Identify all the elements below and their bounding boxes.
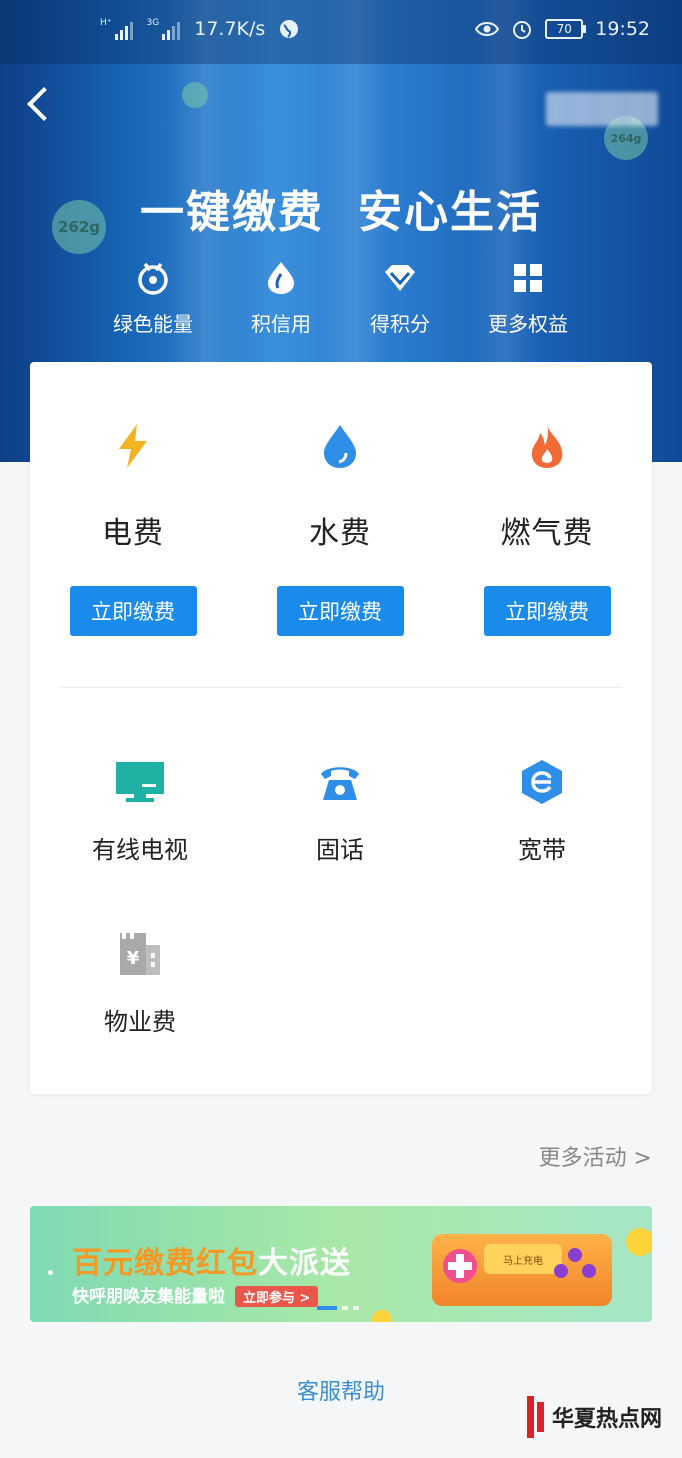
quick-link-label: 积信用 bbox=[251, 312, 311, 336]
banner-subtitle-text: 快呼朋唤友集能量啦 bbox=[72, 1287, 225, 1307]
banner-title-highlight: 百元缴费红包 bbox=[72, 1246, 258, 1281]
watermark-text: 华夏热点网 bbox=[551, 1407, 662, 1432]
service-name: 有线电视 bbox=[92, 836, 188, 864]
service-landline[interactable]: 固话 bbox=[240, 758, 440, 865]
broadband-icon bbox=[522, 760, 562, 804]
pay-electricity-button[interactable]: 立即缴费 bbox=[69, 586, 197, 636]
page-title: 一键缴费 安心生活 bbox=[0, 176, 682, 240]
divider bbox=[60, 687, 622, 688]
telephone-icon bbox=[321, 767, 359, 800]
quick-link-points[interactable]: 得积分 bbox=[340, 258, 460, 337]
service-broadband[interactable]: 宽带 bbox=[442, 758, 642, 865]
service-name: 固话 bbox=[316, 836, 364, 864]
promo-banner[interactable]: 百元缴费红包大派送 快呼朋唤友集能量啦 立即参与 > 马上充电 bbox=[30, 1206, 652, 1322]
diamond-icon bbox=[385, 265, 415, 291]
console-button bbox=[582, 1264, 596, 1278]
grid-icon bbox=[514, 264, 542, 292]
pay-gas-button[interactable]: 立即缴费 bbox=[483, 586, 611, 636]
console-button bbox=[568, 1248, 582, 1262]
payment-card: 电费 立即缴费 水费 立即缴费 燃气费 立即缴费 有线电视 固话 宽带 ¥ 物业… bbox=[30, 362, 652, 1094]
banner-title-rest: 大派送 bbox=[258, 1246, 351, 1281]
utility-electricity: 电费 立即缴费 bbox=[33, 422, 233, 636]
back-arrow-icon[interactable] bbox=[27, 87, 61, 121]
globe-icon bbox=[280, 20, 299, 38]
utility-name: 电费 bbox=[102, 516, 164, 551]
banner-pager bbox=[317, 1306, 359, 1310]
credit-icon bbox=[268, 262, 294, 294]
tv-icon bbox=[116, 762, 164, 802]
battery-icon: 70 bbox=[545, 19, 587, 39]
watermark-logo bbox=[526, 1396, 544, 1438]
utility-name: 燃气费 bbox=[500, 516, 594, 551]
blurred-account-name bbox=[546, 92, 658, 126]
watermark: 华夏热点网 bbox=[526, 1396, 662, 1438]
console-button bbox=[554, 1264, 568, 1278]
service-name: 宽带 bbox=[518, 836, 566, 864]
quick-link-credit[interactable]: 积信用 bbox=[221, 258, 341, 337]
svg-text:¥: ¥ bbox=[127, 948, 140, 969]
status-bar: H⁺ 3G 17.7K/s 70 19:52 bbox=[0, 0, 682, 64]
dpad-icon bbox=[443, 1249, 477, 1283]
sparkle-decoration bbox=[48, 1270, 53, 1275]
banner-title: 百元缴费红包大派送 bbox=[72, 1238, 351, 1282]
pager-dot bbox=[342, 1306, 348, 1310]
pay-water-button[interactable]: 立即缴费 bbox=[276, 586, 404, 636]
green-energy-icon bbox=[138, 262, 168, 295]
pager-dot-active bbox=[317, 1306, 337, 1310]
building-yen-icon: ¥ bbox=[120, 933, 160, 975]
water-drop-icon bbox=[324, 425, 356, 468]
quick-link-label: 绿色能量 bbox=[113, 312, 193, 336]
energy-bubble-small bbox=[182, 82, 208, 108]
alarm-icon bbox=[513, 21, 532, 39]
signal-icon: H⁺ bbox=[100, 18, 133, 40]
service-cable-tv[interactable]: 有线电视 bbox=[40, 758, 240, 865]
utility-name: 水费 bbox=[309, 516, 371, 551]
pager-dot bbox=[353, 1306, 359, 1310]
lightning-icon bbox=[119, 424, 147, 468]
quick-link-label: 更多权益 bbox=[488, 312, 568, 336]
utility-gas: 燃气费 立即缴费 bbox=[447, 422, 647, 636]
game-console-illustration: 马上充电 bbox=[432, 1234, 612, 1306]
title-part-2: 安心生活 bbox=[358, 187, 542, 238]
signal-icon: 3G bbox=[147, 18, 181, 40]
service-name: 物业费 bbox=[104, 1008, 176, 1036]
quick-link-label: 得积分 bbox=[370, 312, 430, 336]
coin-decoration bbox=[626, 1228, 652, 1256]
utility-water: 水费 立即缴费 bbox=[240, 422, 440, 636]
title-part-1: 一键缴费 bbox=[140, 187, 324, 238]
banner-subtitle: 快呼朋唤友集能量啦 立即参与 > bbox=[72, 1282, 319, 1307]
console-screen: 马上充电 bbox=[484, 1244, 562, 1274]
eye-icon bbox=[475, 22, 500, 36]
quick-link-more-benefits[interactable]: 更多权益 bbox=[468, 258, 588, 337]
quick-link-green-energy[interactable]: 绿色能量 bbox=[93, 258, 213, 337]
network-speed: 17.7K/s bbox=[194, 18, 266, 40]
more-activities-link[interactable]: 更多活动 > bbox=[539, 1140, 652, 1172]
clock: 19:52 bbox=[595, 18, 650, 40]
coin-decoration bbox=[372, 1310, 392, 1322]
flame-icon bbox=[531, 425, 563, 468]
service-property-fee[interactable]: ¥ 物业费 bbox=[40, 930, 240, 1037]
join-now-button[interactable]: 立即参与 > bbox=[235, 1286, 319, 1307]
